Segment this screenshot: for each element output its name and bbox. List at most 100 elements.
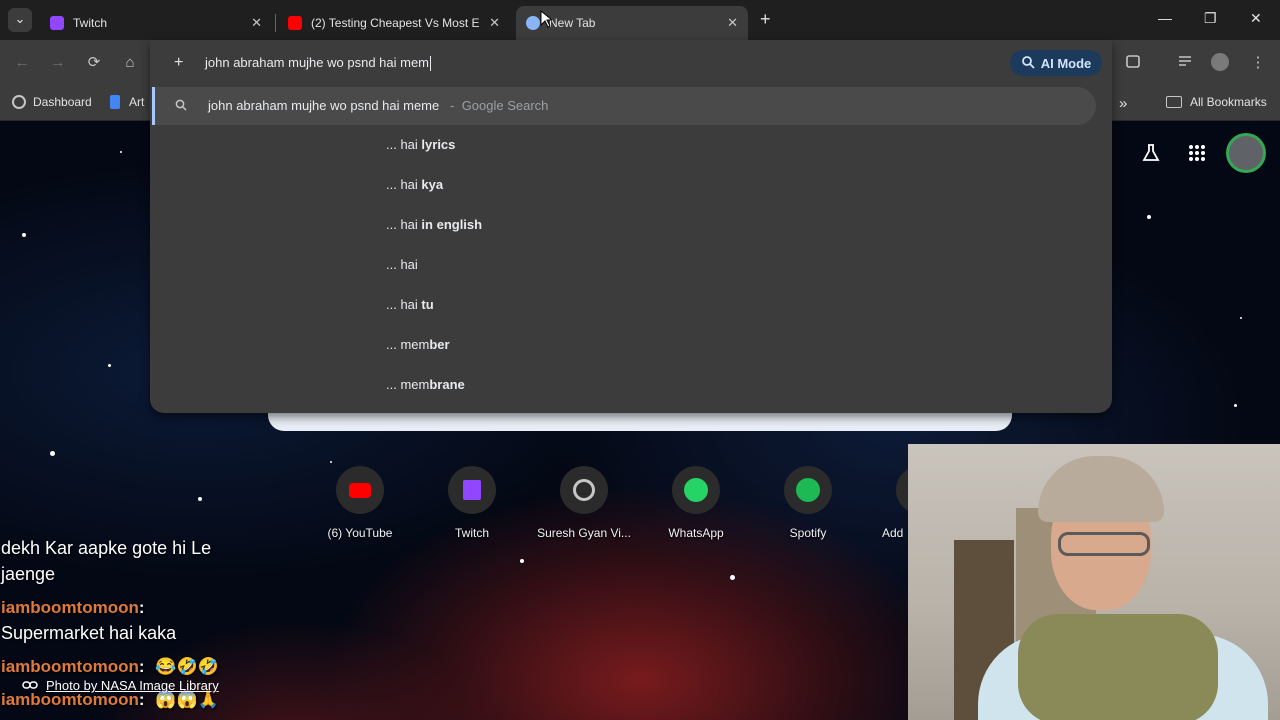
twitch-icon	[448, 466, 496, 514]
add-shortcut-icon	[896, 466, 908, 514]
folder-icon	[1166, 96, 1182, 108]
home-button[interactable]: ⌂	[120, 53, 140, 73]
menu-button[interactable]: ⋮	[1248, 53, 1268, 73]
chat-username: iamboomtomoon: 😂🤣🤣	[1, 657, 219, 676]
shortcut-label: Add	[882, 526, 904, 540]
shortcut-label: Spotify	[789, 526, 827, 540]
suggestion-item[interactable]: ... hai	[386, 257, 418, 272]
star	[50, 451, 55, 456]
media-controls-icon[interactable]	[1176, 53, 1196, 73]
forward-button[interactable]: →	[48, 53, 68, 73]
add-icon[interactable]: +	[174, 54, 183, 72]
suggestion-item[interactable]: ... hai lyrics	[386, 137, 455, 152]
bookmark-label: Dashboard	[33, 95, 92, 109]
shortcut-youtube[interactable]: (6) YouTube	[310, 466, 410, 540]
tab-youtube[interactable]: (2) Testing Cheapest Vs Most Ex ✕	[278, 6, 510, 40]
tab-title: Twitch	[73, 16, 108, 30]
twitch-icon	[50, 16, 64, 30]
star	[330, 461, 332, 463]
bookmark-label: All Bookmarks	[1190, 95, 1267, 109]
omnibox-input-row[interactable]: + john abraham mujhe wo psnd hai mem	[150, 46, 1112, 80]
youtube-icon	[288, 16, 302, 30]
bookmark-art[interactable]: Art	[110, 95, 144, 109]
suggestion-google-search[interactable]: john abraham mujhe wo psnd hai meme - Go…	[152, 87, 1096, 125]
chat-message: jaenge	[1, 564, 56, 584]
tab-twitch[interactable]: Twitch ✕	[40, 6, 272, 40]
tab-search-button[interactable]: ⌄	[8, 8, 32, 32]
suggestion-item[interactable]: ... member	[386, 337, 450, 352]
search-icon	[175, 99, 187, 114]
new-tab-button[interactable]: +	[760, 9, 771, 30]
website-icon	[560, 466, 608, 514]
all-bookmarks-button[interactable]: All Bookmarks	[1166, 95, 1267, 109]
webcam-person-scarf	[1018, 614, 1218, 720]
minimize-button[interactable]: —	[1158, 10, 1172, 26]
chat-username: iamboomtomoon: 😱😱🙏	[1, 690, 219, 709]
shortcut-whatsapp[interactable]: WhatsApp	[646, 466, 746, 540]
spotify-icon	[784, 466, 832, 514]
search-sparkle-icon	[1021, 55, 1035, 72]
dashboard-icon	[12, 95, 26, 109]
chrome-icon	[526, 16, 540, 30]
close-icon[interactable]: ✕	[251, 15, 262, 31]
account-avatar[interactable]	[1226, 133, 1266, 173]
star	[108, 364, 111, 367]
webcam-person-cap	[1038, 456, 1164, 522]
photo-credit-link[interactable]: Photo by NASA Image Library	[22, 678, 219, 693]
labs-icon[interactable]	[1141, 143, 1161, 163]
close-window-button[interactable]: ✕	[1250, 10, 1262, 27]
bookmark-icon	[110, 95, 120, 109]
youtube-icon	[336, 466, 384, 514]
reload-button[interactable]: ⟳	[84, 53, 104, 73]
shortcut-add[interactable]: Add	[870, 466, 908, 540]
profile-avatar[interactable]	[1211, 53, 1231, 73]
shortcut-spotify[interactable]: Spotify	[758, 466, 858, 540]
tab-title: (2) Testing Cheapest Vs Most Ex	[311, 16, 479, 30]
tab-title: New Tab	[549, 16, 596, 30]
chat-message: dekh Kar aapke gote hi Le	[1, 538, 212, 558]
close-icon[interactable]: ✕	[489, 15, 500, 31]
mouse-cursor	[540, 9, 554, 33]
close-icon[interactable]: ✕	[727, 15, 738, 31]
tab-separator	[275, 14, 276, 32]
apps-grid-icon[interactable]	[1188, 144, 1206, 162]
star	[520, 559, 524, 563]
chat-message: Supermarket hai kaka	[1, 623, 177, 643]
photo-credit-text: Photo by NASA Image Library	[46, 678, 219, 693]
more-bookmarks-button[interactable]: »	[1119, 95, 1127, 112]
star	[1240, 317, 1242, 319]
shortcut-label: Suresh Gyan Vi...	[537, 526, 631, 540]
whatsapp-icon	[672, 466, 720, 514]
omnibox-dropdown: + john abraham mujhe wo psnd hai mem joh…	[150, 40, 1112, 413]
star	[1147, 215, 1151, 219]
webcam-overlay	[908, 444, 1280, 720]
chat-username: iamboomtomoon:	[1, 598, 145, 617]
shortcut-label: Twitch	[454, 526, 489, 540]
ai-mode-label: AI Mode	[1040, 55, 1092, 71]
star	[120, 151, 122, 153]
shortcut-suresh-gyan[interactable]: Suresh Gyan Vi...	[534, 466, 634, 540]
suggestion-text: john abraham mujhe wo psnd hai meme - Go…	[208, 98, 549, 113]
shortcut-twitch[interactable]: Twitch	[422, 466, 522, 540]
bookmark-label: Art	[129, 95, 145, 109]
tab-strip: ⌄ Twitch ✕ (2) Testing Cheapest Vs Most …	[0, 0, 1280, 40]
back-button[interactable]: ←	[12, 53, 32, 73]
chat-emoji: 😂🤣🤣	[155, 657, 219, 676]
link-icon	[22, 678, 38, 693]
star	[1234, 404, 1237, 407]
omnibox-input[interactable]: john abraham mujhe wo psnd hai mem	[205, 55, 432, 72]
bookmark-dashboard[interactable]: Dashboard	[12, 95, 92, 109]
star	[730, 575, 735, 580]
shortcut-label: (6) YouTube	[327, 526, 393, 540]
suggestion-item[interactable]: ... hai tu	[386, 297, 434, 312]
suggestion-item[interactable]: ... hai in english	[386, 217, 482, 232]
suggestion-item[interactable]: ... hai kya	[386, 177, 443, 192]
webcam-person-glasses	[1058, 532, 1150, 556]
star	[22, 233, 26, 237]
ai-mode-button[interactable]: AI Mode	[1010, 50, 1102, 76]
shortcut-label: WhatsApp	[668, 526, 724, 540]
suggestion-item[interactable]: ... membrane	[386, 377, 465, 392]
restore-button[interactable]: ❐	[1204, 10, 1217, 27]
star	[198, 497, 202, 501]
extensions-icon[interactable]	[1123, 52, 1143, 72]
